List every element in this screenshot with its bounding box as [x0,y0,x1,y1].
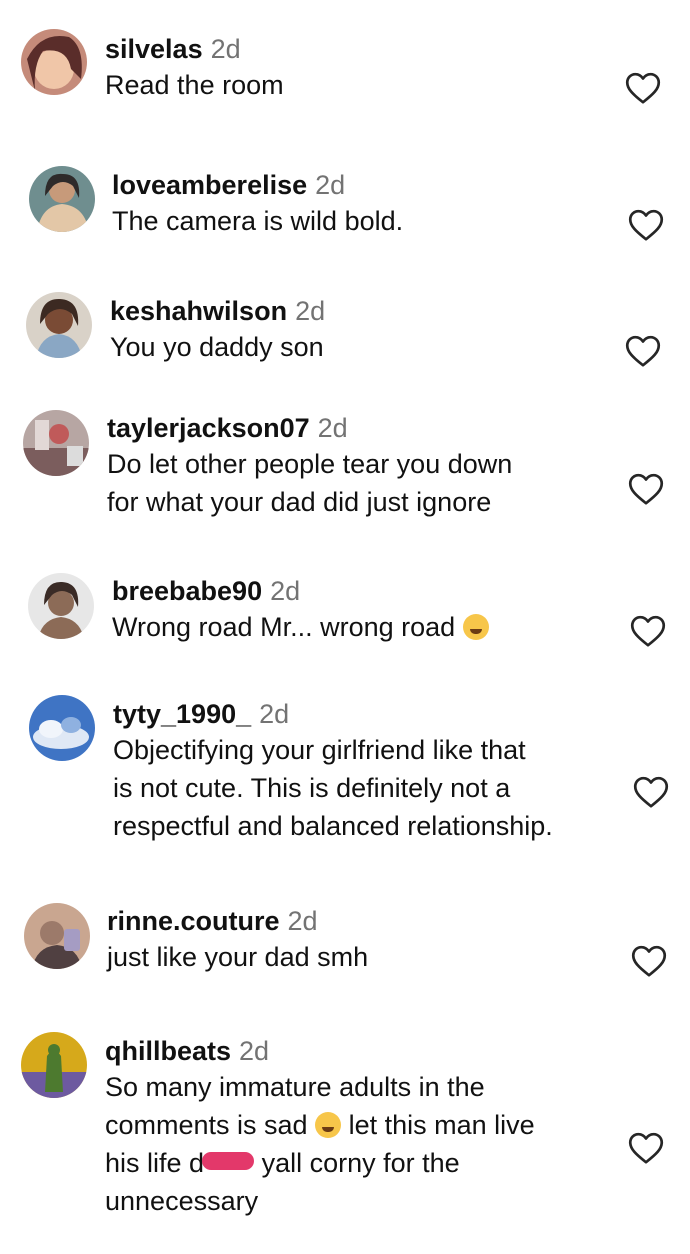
comment-line: yall corny for the [261,1148,460,1178]
comment-line: Read the room [105,70,284,100]
avatar[interactable] [29,166,95,232]
heart-outline-icon[interactable] [628,1131,664,1165]
timestamp[interactable]: 2d [211,34,241,64]
timestamp[interactable]: 2d [239,1036,269,1066]
timestamp[interactable]: 2d [288,906,318,936]
username[interactable]: keshahwilson [110,296,287,326]
heart-outline-icon[interactable] [628,472,664,506]
comment-line: for what your dad did just ignore [107,487,492,517]
avatar[interactable] [23,410,89,476]
heart-outline-icon[interactable] [633,775,669,809]
username[interactable]: qhillbeats [105,1036,231,1066]
comment-line: respectful and balanced relationship. [113,811,553,841]
comment-text: You yo daddy son [110,328,325,366]
timestamp[interactable]: 2d [259,699,289,729]
avatar[interactable] [28,573,94,639]
comment-text: Objectifying your girlfriend like that i… [113,731,553,845]
username[interactable]: rinne.couture [107,906,280,936]
redaction-mark [202,1152,255,1170]
heart-outline-icon[interactable] [631,944,667,978]
comment-text: Wrong road Mr... wrong road [112,608,489,646]
heart-outline-icon[interactable] [630,614,666,648]
username[interactable]: breebabe90 [112,576,262,606]
timestamp[interactable]: 2d [318,413,348,443]
comment-line: Do let other people tear you down [107,449,513,479]
comment-line: let this man live [348,1110,535,1140]
comment-text: Do let other people tear you down for wh… [107,445,512,521]
weary-face-emoji [462,614,489,640]
avatar[interactable] [21,1032,87,1098]
comment-line: just like your dad smh [107,942,369,972]
comment-text: The camera is wild bold. [112,202,403,240]
avatar[interactable] [29,695,95,761]
comment-line: is not cute. This is definitely not a [113,773,511,803]
timestamp[interactable]: 2d [270,576,300,606]
username[interactable]: loveamberelise [112,170,307,200]
comment-line: You yo daddy son [110,332,324,362]
comment-header: taylerjackson07 2d [107,411,512,445]
heart-outline-icon[interactable] [625,334,661,368]
comment-header: tyty_1990_ 2d [113,697,553,731]
timestamp[interactable]: 2d [295,296,325,326]
avatar[interactable] [21,29,87,95]
comment-header: qhillbeats 2d [105,1034,535,1068]
comment-header: keshahwilson 2d [110,294,325,328]
comment-line: So many immature adults in the [105,1072,485,1102]
avatar[interactable] [26,292,92,358]
laughing-tears-emoji [315,1112,342,1138]
timestamp[interactable]: 2d [315,170,345,200]
comment-header: rinne.couture 2d [107,904,368,938]
avatar[interactable] [24,903,90,969]
comment-header: loveamberelise 2d [112,168,403,202]
comment-line: Wrong road Mr... wrong road [112,612,456,642]
comment-text: just like your dad smh [107,938,368,976]
comment-line: his life d [105,1148,205,1178]
comment-text: Read the room [105,66,284,104]
comment-line: Objectifying your girlfriend like that [113,735,526,765]
username[interactable]: silvelas [105,34,203,64]
comment-line: unnecessary [105,1186,259,1216]
heart-outline-icon[interactable] [625,71,661,105]
comment-line: comments is sad [105,1110,308,1140]
comment-line: The camera is wild bold. [112,206,404,236]
heart-outline-icon[interactable] [628,208,664,242]
comment-header: silvelas 2d [105,32,284,66]
username[interactable]: tyty_1990_ [113,699,251,729]
username[interactable]: taylerjackson07 [107,413,310,443]
comment-header: breebabe90 2d [112,574,489,608]
comment-text: So many immature adults in the comments … [105,1068,535,1220]
